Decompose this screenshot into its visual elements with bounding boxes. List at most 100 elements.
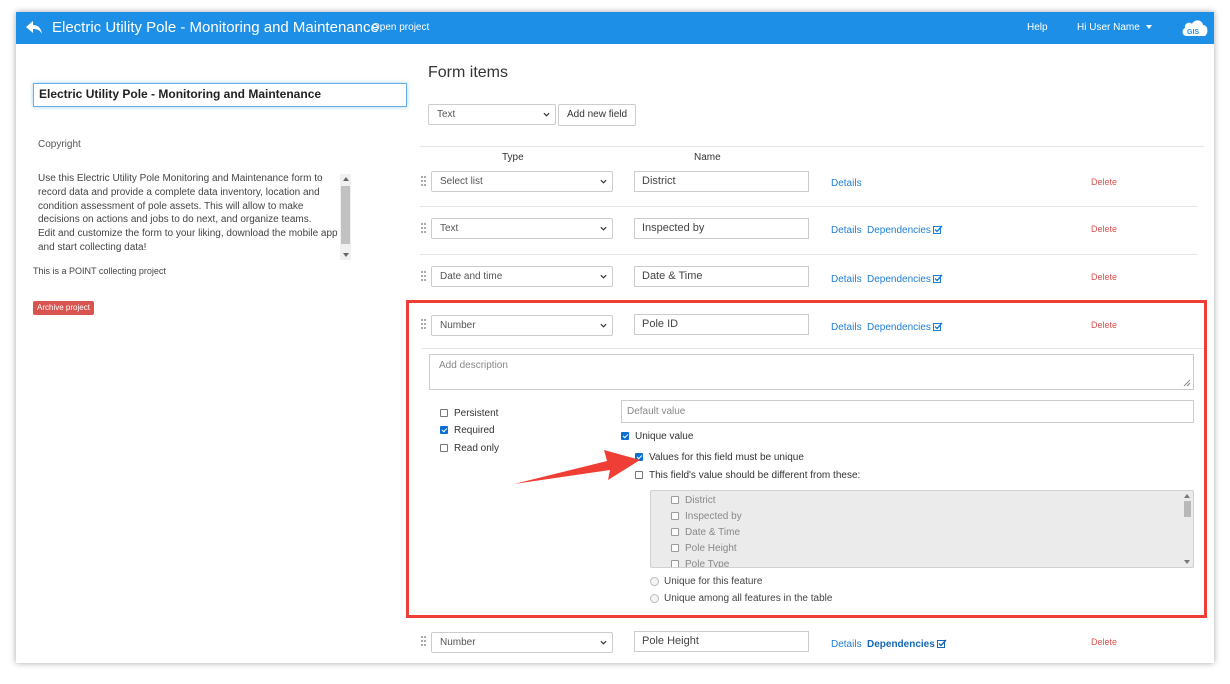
help-link[interactable]: Help xyxy=(1027,22,1048,33)
field-name-input[interactable]: Inspected by xyxy=(634,218,809,239)
list-item-checkbox[interactable] xyxy=(671,528,679,536)
resize-handle-icon[interactable] xyxy=(1183,379,1191,387)
field-type-value: Number xyxy=(440,320,476,331)
field-type-select[interactable]: Number xyxy=(431,632,613,653)
field-name-input[interactable]: Date & Time xyxy=(634,266,809,287)
different-from-label: This field's value should be different f… xyxy=(649,470,861,481)
add-new-field-button[interactable]: Add new field xyxy=(558,104,637,126)
project-name-input[interactable]: Electric Utility Pole - Monitoring and M… xyxy=(33,83,407,107)
chevron-down-icon xyxy=(600,323,607,328)
description-line: record data and provide a complete data … xyxy=(38,186,320,198)
dependencies-link[interactable]: Dependencies xyxy=(867,322,943,333)
unique-value-checkbox[interactable] xyxy=(621,432,629,440)
top-bar: Electric Utility Pole - Monitoring and M… xyxy=(16,12,1214,44)
other-fields-list[interactable]: District Inspected by Date & Time Pole H… xyxy=(650,490,1194,568)
details-link[interactable]: Details xyxy=(831,178,862,189)
delete-link[interactable]: Delete xyxy=(1091,637,1117,647)
drag-handle-icon[interactable] xyxy=(421,176,427,186)
field-type-value: Text xyxy=(440,223,459,234)
list-item-checkbox[interactable] xyxy=(671,496,679,504)
details-link[interactable]: Details xyxy=(831,322,862,333)
field-type-select[interactable]: Date and time xyxy=(431,266,613,287)
collecting-type-text: This is a POINT collecting project xyxy=(33,266,166,276)
open-project-link[interactable]: Open project xyxy=(372,22,429,33)
field-type-select[interactable]: Text xyxy=(431,218,613,239)
description-scrollbar[interactable] xyxy=(340,174,351,260)
unique-feature-radio[interactable] xyxy=(650,577,659,586)
description-line: condition assessment of pole assets. Thi… xyxy=(38,200,304,212)
back-arrow-icon[interactable] xyxy=(24,18,44,38)
column-header-name: Name xyxy=(694,152,721,163)
drag-handle-icon[interactable] xyxy=(421,223,427,233)
field-description-input[interactable]: Add description xyxy=(429,354,1194,390)
description-line: and start collecting data! xyxy=(38,241,147,253)
archive-project-button[interactable]: Archive project xyxy=(33,301,94,315)
list-item-checkbox[interactable] xyxy=(671,560,679,567)
scroll-up-icon[interactable] xyxy=(1184,494,1190,498)
field-type-value: Number xyxy=(440,637,476,648)
list-item-checkbox[interactable] xyxy=(671,544,679,552)
scroll-up-icon[interactable] xyxy=(343,177,349,181)
field-type-select[interactable]: Number xyxy=(431,315,613,336)
project-description[interactable]: Use this Electric Utility Pole Monitorin… xyxy=(33,169,351,259)
must-be-unique-label: Values for this field must be unique xyxy=(649,452,804,463)
persistent-checkbox[interactable] xyxy=(440,409,448,417)
delete-link[interactable]: Delete xyxy=(1091,272,1117,282)
dependencies-link[interactable]: Dependencies xyxy=(867,274,943,285)
list-item-checkbox[interactable] xyxy=(671,512,679,520)
dependencies-link[interactable]: Dependencies xyxy=(867,639,947,650)
user-name: Hi User Name xyxy=(1077,22,1140,33)
field-type-select[interactable]: Select list xyxy=(431,171,613,192)
checked-square-icon xyxy=(932,322,943,331)
field-name-input[interactable]: Pole ID xyxy=(634,314,809,335)
list-item-label: Pole Height xyxy=(685,543,737,554)
dependencies-link[interactable]: Dependencies xyxy=(867,225,943,236)
copyright-label: Copyright xyxy=(38,139,81,150)
scroll-down-icon[interactable] xyxy=(343,253,349,257)
details-link[interactable]: Details xyxy=(831,225,862,236)
required-checkbox[interactable] xyxy=(440,426,448,434)
app-window: Electric Utility Pole - Monitoring and M… xyxy=(16,12,1214,663)
new-field-type-select[interactable]: Text xyxy=(428,104,556,125)
cloud-gis-logo-icon: GIS xyxy=(1182,20,1208,36)
user-menu[interactable]: Hi User Name xyxy=(1077,22,1152,33)
scroll-thumb[interactable] xyxy=(1184,501,1191,517)
chevron-down-icon xyxy=(600,274,607,279)
field-type-value: Date and time xyxy=(440,271,503,282)
list-item-label: Date & Time xyxy=(685,527,741,538)
details-link[interactable]: Details xyxy=(831,639,862,650)
scroll-thumb[interactable] xyxy=(341,186,350,244)
field-type-value: Select list xyxy=(440,176,483,187)
unique-table-radio[interactable] xyxy=(650,594,659,603)
dependencies-label: Dependencies xyxy=(867,274,931,285)
chevron-down-icon xyxy=(600,179,607,184)
description-line: decisions on actions and jobs to do next… xyxy=(38,214,312,226)
delete-link[interactable]: Delete xyxy=(1091,224,1117,234)
delete-link[interactable]: Delete xyxy=(1091,320,1117,330)
annotation-arrow-icon xyxy=(514,450,640,484)
default-value-input[interactable]: Default value xyxy=(621,400,1194,423)
chevron-down-icon xyxy=(600,640,607,645)
caret-down-icon xyxy=(1145,25,1152,30)
details-link[interactable]: Details xyxy=(831,274,862,285)
delete-link[interactable]: Delete xyxy=(1091,177,1117,187)
divider xyxy=(420,206,1197,207)
drag-handle-icon[interactable] xyxy=(421,636,427,646)
divider xyxy=(420,254,1197,255)
read-only-label: Read only xyxy=(454,443,500,454)
list-item-label: Pole Type xyxy=(685,559,730,568)
field-name-input[interactable]: Pole Height xyxy=(634,631,809,652)
divider xyxy=(420,146,1204,147)
drag-handle-icon[interactable] xyxy=(421,319,427,329)
logo-text: GIS xyxy=(1187,29,1199,36)
list-scrollbar[interactable] xyxy=(1181,491,1193,567)
chevron-down-icon xyxy=(600,226,607,231)
checked-square-icon xyxy=(932,274,943,283)
dependencies-label: Dependencies xyxy=(867,225,931,236)
drag-handle-icon[interactable] xyxy=(421,271,427,281)
checked-square-icon xyxy=(936,639,947,648)
scroll-down-icon[interactable] xyxy=(1184,560,1190,564)
unique-value-label: Unique value xyxy=(635,431,694,442)
read-only-checkbox[interactable] xyxy=(440,444,448,452)
field-name-input[interactable]: District xyxy=(634,171,809,192)
